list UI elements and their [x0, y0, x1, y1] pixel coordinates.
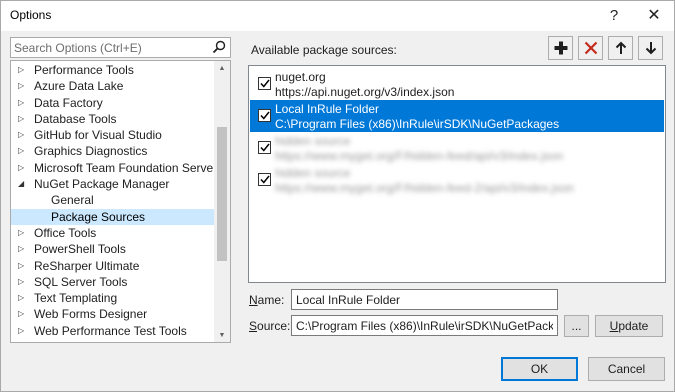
search-input[interactable]: [14, 40, 204, 55]
package-sources-list[interactable]: nuget.org https://api.nuget.org/v3/index…: [248, 65, 666, 283]
collapse-arrow-icon[interactable]: ◢: [18, 176, 28, 192]
window-title: Options: [10, 8, 52, 22]
tree-item-data-factory[interactable]: ▷ Data Factory: [11, 95, 214, 111]
source-input[interactable]: [292, 316, 557, 335]
source-enabled-checkbox[interactable]: [258, 173, 271, 186]
ok-button[interactable]: OK: [501, 357, 578, 381]
search-options-box[interactable]: [10, 37, 231, 58]
source-enabled-checkbox[interactable]: [258, 109, 271, 122]
checkmark-icon: [259, 111, 270, 120]
move-up-button[interactable]: [608, 36, 633, 60]
source-field[interactable]: [291, 315, 558, 336]
source-name: Local InRule Folder: [275, 102, 380, 116]
expand-arrow-icon[interactable]: ▷: [18, 306, 28, 322]
remove-x-icon: [584, 41, 597, 55]
tree-item-package-sources[interactable]: Package Sources: [11, 208, 214, 225]
expand-arrow-icon[interactable]: ▷: [18, 62, 28, 78]
tree-vertical-scrollbar[interactable]: ▲ ▼: [214, 61, 230, 342]
tree-item-text-templating[interactable]: ▷ Text Templating: [11, 290, 214, 306]
scroll-down-icon[interactable]: ▼: [214, 328, 230, 342]
tree-item-database-tools[interactable]: ▷ Database Tools: [11, 111, 214, 127]
update-button[interactable]: Update: [595, 315, 663, 337]
expand-arrow-icon[interactable]: ▷: [18, 160, 28, 176]
scroll-thumb[interactable]: [217, 127, 227, 261]
search-icon[interactable]: [212, 40, 226, 54]
tree-item-resharper[interactable]: ▷ ReSharper Ultimate: [11, 258, 214, 274]
move-down-button[interactable]: [638, 36, 663, 60]
source-label: Source:: [249, 319, 291, 333]
source-name: hidden source: [275, 134, 351, 148]
tree-item-web-performance-test-tools[interactable]: ▷ Web Performance Test Tools: [11, 323, 214, 339]
expand-arrow-icon[interactable]: ▷: [18, 323, 28, 339]
expand-arrow-icon[interactable]: ▷: [18, 78, 28, 94]
help-button[interactable]: ?: [601, 4, 627, 26]
source-name: nuget.org: [275, 70, 326, 84]
expand-arrow-icon[interactable]: ▷: [18, 143, 28, 159]
checkmark-icon: [259, 79, 270, 88]
close-button[interactable]: ✕: [641, 4, 667, 26]
tree-item-azure-data-lake[interactable]: ▷ Azure Data Lake: [11, 78, 214, 94]
source-url: C:\Program Files (x86)\InRule\irSDK\NuGe…: [275, 117, 560, 131]
checkmark-icon: [259, 143, 270, 152]
tree-item-performance-tools[interactable]: ▷ Performance Tools: [11, 62, 214, 78]
name-field[interactable]: [291, 289, 558, 310]
expand-arrow-icon[interactable]: ▷: [18, 111, 28, 127]
scroll-up-icon[interactable]: ▲: [214, 61, 230, 75]
name-label: Name:: [249, 293, 285, 307]
expand-arrow-icon[interactable]: ▷: [18, 225, 28, 241]
options-dialog: Options ? ✕ ▷Performance Tools ▷Azure Da…: [0, 0, 675, 392]
expand-arrow-icon[interactable]: ▷: [18, 290, 28, 306]
tree-item-github[interactable]: ▷ GitHub for Visual Studio: [11, 127, 214, 143]
tree-item-powershell-tools[interactable]: ▷ PowerShell Tools: [11, 241, 214, 257]
remove-source-button[interactable]: [578, 36, 603, 60]
tree-item-office-tools[interactable]: ▷ Office Tools: [11, 225, 214, 241]
source-enabled-checkbox[interactable]: [258, 141, 271, 154]
expand-arrow-icon[interactable]: ▷: [18, 258, 28, 274]
tree-item-web-forms-designer[interactable]: ▷ Web Forms Designer: [11, 306, 214, 322]
expand-arrow-icon[interactable]: ▷: [18, 95, 28, 111]
expand-arrow-icon[interactable]: ▷: [18, 241, 28, 257]
tree-item-graphics-diagnostics[interactable]: ▷ Graphics Diagnostics: [11, 143, 214, 159]
name-input[interactable]: [292, 290, 557, 309]
source-item-redacted-1[interactable]: hidden source https://www.myget.org/F/hi…: [250, 132, 664, 164]
source-url: https://api.nuget.org/v3/index.json: [275, 85, 455, 99]
available-sources-heading: Available package sources:: [251, 43, 397, 57]
browse-button[interactable]: ...: [564, 315, 589, 337]
source-url: https://www.myget.org/F/hidden-feed/api/…: [275, 149, 564, 163]
tree-item-general[interactable]: General: [11, 192, 214, 208]
tree-item-nuget-package-manager[interactable]: ◢ NuGet Package Manager: [11, 176, 214, 192]
source-url: https://www.myget.org/F/hidden-feed-2/ap…: [275, 181, 574, 195]
source-item-local-inrule[interactable]: Local InRule Folder C:\Program Files (x8…: [250, 100, 664, 132]
add-source-button[interactable]: [548, 36, 573, 60]
options-tree[interactable]: ▷ Performance Tools ▷ Azure Data Lake ▷ Dat…: [10, 60, 231, 343]
source-item-nuget-org[interactable]: nuget.org https://api.nuget.org/v3/index…: [250, 68, 664, 100]
source-item-redacted-2[interactable]: hidden source https://www.myget.org/F/hi…: [250, 164, 664, 196]
plus-icon: [554, 41, 567, 55]
cancel-button[interactable]: Cancel: [588, 357, 665, 381]
tree-item-tfs[interactable]: ▷ Microsoft Team Foundation Server 20: [11, 160, 230, 176]
checkmark-icon: [259, 175, 270, 184]
expand-arrow-icon[interactable]: ▷: [18, 274, 28, 290]
source-name: hidden source: [275, 166, 351, 180]
arrow-down-icon: [645, 42, 656, 55]
source-enabled-checkbox[interactable]: [258, 77, 271, 90]
title-bar: Options ? ✕: [1, 1, 674, 31]
arrow-up-icon: [615, 41, 626, 54]
expand-arrow-icon[interactable]: ▷: [18, 127, 28, 143]
tree-item-sql-server-tools[interactable]: ▷ SQL Server Tools: [11, 274, 214, 290]
